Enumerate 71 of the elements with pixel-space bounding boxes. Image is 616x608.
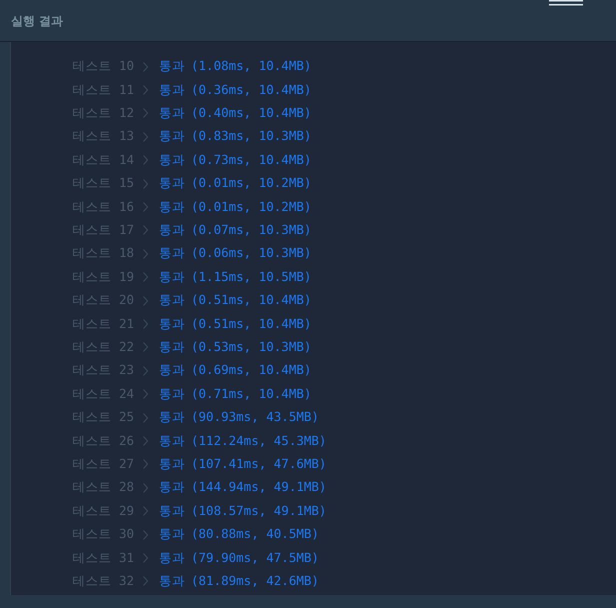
test-detail: (108.57ms, 49.1MB) <box>191 502 326 520</box>
test-detail: (1.15ms, 10.5MB) <box>191 268 312 286</box>
chevron-icon <box>143 530 148 540</box>
resize-handle-icon[interactable] <box>549 0 583 6</box>
chevron-icon <box>143 85 148 96</box>
test-detail: (0.73ms, 10.4MB) <box>191 150 312 169</box>
test-status: 통과 <box>159 338 185 356</box>
test-status: 통과 <box>159 432 185 450</box>
chevron-icon <box>143 552 148 563</box>
chevron-icon <box>143 436 148 446</box>
test-status: 통과 <box>159 454 185 473</box>
chevron-icon <box>143 318 148 329</box>
test-detail: (0.36ms, 10.4MB) <box>191 80 312 99</box>
test-status: 통과 <box>159 384 185 403</box>
test-detail: (79.90ms, 47.5MB) <box>191 548 319 567</box>
test-detail: (0.01ms, 10.2MB) <box>191 174 312 192</box>
chevron-icon <box>143 202 148 212</box>
chevron-icon <box>143 482 148 493</box>
chevron-icon <box>143 248 148 259</box>
chevron-icon <box>143 272 148 282</box>
chevron-icon <box>143 342 148 352</box>
chevron-icon <box>143 576 148 586</box>
chevron-icon <box>143 389 148 400</box>
test-status: 통과 <box>159 198 185 216</box>
test-status: 통과 <box>159 268 185 286</box>
test-detail: (0.71ms, 10.4MB) <box>191 384 312 403</box>
test-detail: (0.40ms, 10.4MB) <box>191 104 312 122</box>
test-status: 통과 <box>159 361 185 380</box>
test-status: 통과 <box>159 548 185 567</box>
chevron-icon <box>143 412 148 423</box>
chevron-icon <box>143 225 148 236</box>
test-detail: (0.06ms, 10.3MB) <box>191 244 312 262</box>
test-status: 통과 <box>159 150 185 169</box>
test-status: 통과 <box>159 572 185 590</box>
test-detail: (144.94ms, 49.1MB) <box>191 478 326 496</box>
test-status: 통과 <box>159 80 185 99</box>
test-status: 통과 <box>159 104 185 122</box>
chevron-icon <box>143 108 148 118</box>
chevron-icon <box>143 506 148 516</box>
test-detail: (81.89ms, 42.6MB) <box>191 572 319 590</box>
test-detail: (90.93ms, 43.5MB) <box>191 408 319 426</box>
test-status: 통과 <box>159 502 185 520</box>
test-detail: (0.51ms, 10.4MB) <box>191 314 312 333</box>
test-status: 통과 <box>159 291 185 310</box>
test-detail: (0.07ms, 10.3MB) <box>191 221 312 240</box>
test-detail: (0.53ms, 10.3MB) <box>191 338 312 356</box>
test-status: 통과 <box>159 408 185 426</box>
test-status: 통과 <box>159 525 185 544</box>
chevron-icon <box>143 62 148 72</box>
chevron-icon <box>143 155 148 166</box>
chevron-icon <box>143 366 148 376</box>
chevron-icon <box>143 132 148 142</box>
test-detail: (107.41ms, 47.6MB) <box>191 454 326 473</box>
test-status: 통과 <box>159 221 185 240</box>
test-status: 통과 <box>159 478 185 496</box>
test-detail: (0.01ms, 10.2MB) <box>191 198 312 216</box>
test-detail: (0.69ms, 10.4MB) <box>191 361 312 380</box>
chevron-icon <box>143 459 148 470</box>
test-detail: (112.24ms, 45.3MB) <box>191 432 326 450</box>
test-detail: (1.08ms, 10.4MB) <box>191 57 312 76</box>
chevron-icon <box>143 296 148 306</box>
chevron-icon <box>143 178 148 189</box>
panel-title: 실행 결과 <box>11 12 64 30</box>
test-detail: (0.83ms, 10.3MB) <box>191 127 312 146</box>
test-status: 통과 <box>159 174 185 192</box>
test-status: 통과 <box>159 314 185 333</box>
test-status: 통과 <box>159 127 185 146</box>
test-detail: (0.51ms, 10.4MB) <box>191 291 312 310</box>
test-status: 통과 <box>159 244 185 262</box>
test-status: 통과 <box>159 57 185 76</box>
test-detail: (80.88ms, 40.5MB) <box>191 525 319 544</box>
